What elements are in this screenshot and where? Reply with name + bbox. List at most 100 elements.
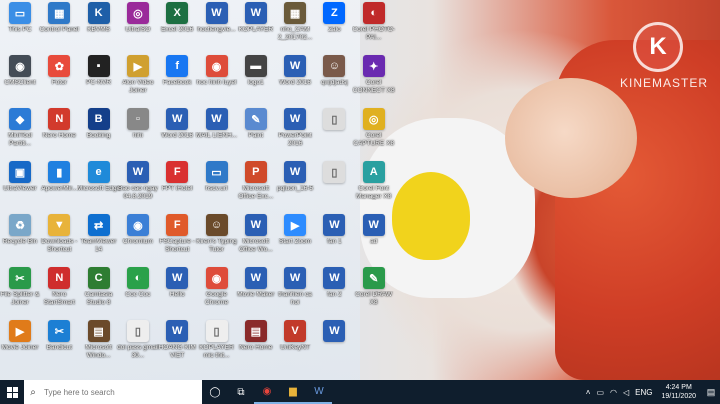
desktop-icon[interactable]: ▶ Movie Joiner [0, 320, 40, 366]
desktop-icon-label: ad [370, 238, 378, 245]
desktop-icon[interactable]: ▼ Downloads - Shortcut [39, 214, 79, 260]
tray-wifi-icon[interactable]: ◠ [610, 388, 617, 397]
desktop-icon[interactable]: ◉ Chromium [118, 214, 158, 260]
desktop-icon[interactable]: ▯ [314, 161, 354, 207]
desktop-icon[interactable]: F FPT iHotel [157, 161, 197, 207]
desktop-icon[interactable]: ☺ qwjdjadsj [314, 55, 354, 101]
taskbar-clock[interactable]: 4:24 PM 19/11/2020 [661, 383, 696, 401]
desktop-icon[interactable]: ✦ Corel CONNECT X8 [353, 55, 395, 101]
desktop-icon[interactable]: ◐ Coc Coc [118, 267, 158, 313]
desktop-icon[interactable]: N Nero Home [39, 108, 79, 154]
desktop-icon[interactable]: ▭ This PC [0, 2, 40, 48]
desktop-icon[interactable]: V UniKeyNT [275, 320, 315, 366]
desktop-icon[interactable]: ▶ Alon Video Joiner [118, 55, 158, 101]
desktop-icon-label: ApowerMir... [41, 185, 78, 192]
tray-language[interactable]: ENG [635, 388, 652, 397]
desktop-icon[interactable]: Wpqluon_16-5 [275, 161, 315, 207]
desktop-icon[interactable]: Wfan 2 [314, 267, 354, 313]
desktop-icon[interactable]: ◎ Corel CAPTURE X8 [353, 108, 394, 154]
desktop-icon[interactable]: ▫ hihi [118, 108, 158, 154]
desktop-icon[interactable]: W Bao cao ngay 04.8.2019 [118, 161, 158, 207]
desktop-icon[interactable]: A Corel Font Manager X8 [354, 161, 394, 207]
desktop-icon[interactable]: P Microsoft Office Exc... [236, 161, 276, 207]
desktop-icon[interactable]: ◐ Corel PHOTO-PAI... [352, 2, 395, 48]
desktop-icon-image: ▣ [9, 161, 31, 183]
desktop-icon-image: W [205, 2, 228, 24]
desktop-icon[interactable]: N Nero StartSmart [39, 267, 79, 313]
desktop-icon-label: UltraISO [125, 26, 151, 33]
desktop-icon-label: PC-NVR [86, 79, 112, 86]
desktop-icon[interactable]: ✎ Corel DRAW X8 [354, 267, 394, 313]
tray-network-icon[interactable]: ▭ [596, 388, 604, 397]
search-input[interactable] [42, 381, 196, 403]
desktop-icon[interactable]: X Excel 2016 [157, 2, 197, 48]
task-view-button[interactable]: ⧉ [228, 380, 254, 404]
desktop-icon[interactable]: ✿ Fotor [39, 55, 79, 101]
desktop-icon[interactable]: ✂ Bandicut [39, 320, 79, 366]
taskbar-file-explorer-icon[interactable]: ▆ [280, 380, 306, 404]
tray-volume-icon[interactable]: ◁ [623, 388, 629, 397]
desktop-icon[interactable]: ◆ MiniTool Partiti... [0, 108, 40, 154]
desktop-icon[interactable]: ▯ doi pass gmail 30... [117, 320, 159, 366]
cortana-button[interactable]: ◯ [202, 380, 228, 404]
desktop-icon[interactable]: W KOPLAYER [236, 2, 276, 48]
desktop-icon[interactable]: ▦ Control Panel [39, 2, 79, 48]
desktop-icon[interactable]: ▪ PC-NVR [79, 55, 119, 101]
taskbar-search[interactable]: ⌕ [24, 380, 202, 404]
desktop-icon[interactable]: ◉ hoc hinh luyel [197, 55, 237, 101]
desktop-icon[interactable]: ▬ logo1 [236, 55, 276, 101]
desktop-icon[interactable]: e Microsoft Edge [77, 161, 120, 207]
desktop-icon[interactable]: W Movie Maker [236, 267, 276, 313]
desktop-icon[interactable]: ✎ Paint [236, 108, 276, 154]
desktop-icon[interactable]: W Word 2016 [275, 55, 315, 101]
desktop-icon[interactable]: ▦ nho_CAM 2_201702... [275, 2, 315, 48]
desktop-icon[interactable]: ▣ UltraViewer [0, 161, 40, 207]
desktop-icon[interactable]: ⇄ TeamViewer 14 [79, 214, 119, 260]
desktop-icon[interactable]: ☺ Kiren's Typing Tutor [196, 214, 237, 260]
desktop-icon[interactable]: ♻ Recycle Bin [0, 214, 40, 260]
desktop-icon[interactable]: ▮ ApowerMir... [39, 161, 79, 207]
tray-chevron-up-icon[interactable]: ˄ [586, 388, 591, 397]
desktop-icon[interactable]: ▤ Nero Home [236, 320, 276, 366]
desktop-icon[interactable]: ◎ UltraISO [118, 2, 158, 48]
desktop-icon[interactable]: W [314, 320, 354, 366]
desktop-icon[interactable]: C Camtasia Studio 8 [79, 267, 119, 313]
desktop-icon[interactable]: Z Zalo [314, 2, 354, 48]
desktop-icon[interactable]: Wthanhien ca hoi [275, 267, 315, 313]
desktop-icon[interactable]: K KBVMS [79, 2, 119, 48]
notification-center-icon[interactable]: ▤ [702, 387, 720, 398]
desktop-icon-image: W [284, 267, 307, 289]
desktop-icon-image: ▶ [284, 214, 307, 236]
desktop-icon[interactable]: F FSCapture - Shortcut [157, 214, 197, 260]
desktop-icon[interactable]: ▯ KOPLAYER mic thit... [197, 320, 237, 366]
desktop-icon[interactable]: W Hello [157, 267, 197, 313]
desktop-icon[interactable]: ▯ [314, 108, 354, 154]
desktop-icon-image: W [244, 267, 267, 289]
desktop-icon-image: ▯ [205, 320, 228, 342]
desktop-icon[interactable]: Whoctiengvie... [197, 2, 237, 48]
desktop-icon-label: Start Zoom [279, 238, 312, 245]
taskbar-word-icon[interactable]: W [306, 380, 332, 404]
start-button[interactable] [0, 380, 24, 404]
desktop-icon[interactable]: W MAIL LIENH... [196, 108, 237, 154]
desktop-icon-image: W [244, 214, 267, 236]
desktop-icon-image: W [323, 214, 346, 236]
desktop-icon[interactable]: B Booking [79, 108, 119, 154]
desktop-icon[interactable]: ▤ Microsoft Windo... [79, 320, 119, 366]
desktop-icon[interactable]: W HOANG KIM VIET [157, 320, 197, 366]
desktop-icon[interactable]: ◉ CMSClient [0, 55, 40, 101]
taskbar-chrome-icon[interactable]: ◉ [254, 380, 280, 404]
desktop-icon[interactable]: ✂ File Splitter & Joiner [0, 267, 40, 313]
desktop-icon[interactable]: ▶ Start Zoom [275, 214, 315, 260]
desktop-icon[interactable]: W Microsoft Office Wo... [236, 214, 276, 260]
desktop-icon[interactable]: W PowerPoint 2016 [275, 108, 315, 154]
desktop-icon-label: Nero Home [42, 132, 76, 139]
desktop-icon-image: ✦ [362, 55, 385, 77]
desktop-icon[interactable]: Wfan 1 [314, 214, 354, 260]
desktop-icon[interactable]: f Facebook [157, 55, 197, 101]
desktop-icon[interactable]: Wad [354, 214, 394, 260]
desktop-icon[interactable]: ▭ hscv.url [197, 161, 237, 207]
desktop-icon-image: ✎ [362, 267, 385, 289]
desktop-icon[interactable]: W Word 2016 [157, 108, 197, 154]
desktop-icon[interactable]: ◉ Google Chrome [197, 267, 237, 313]
